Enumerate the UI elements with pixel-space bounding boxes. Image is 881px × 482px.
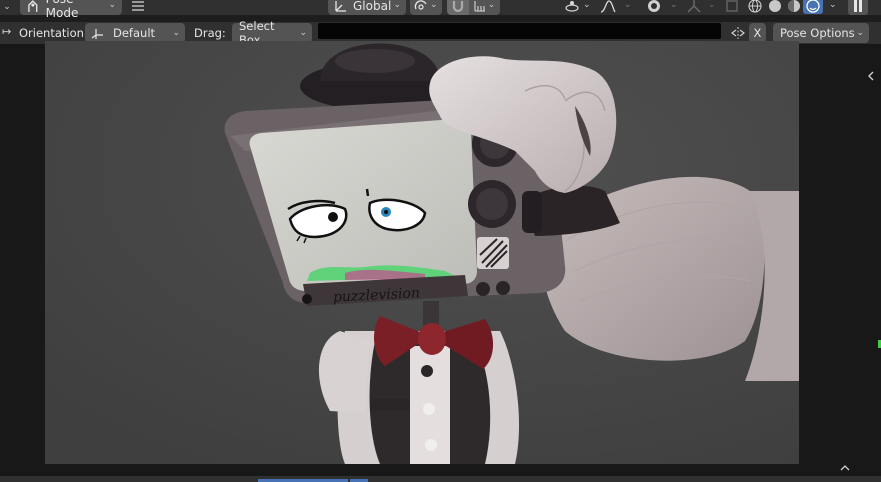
chevron-down-icon: ⌄ [856, 27, 864, 38]
proportional-edit-toggle[interactable] [562, 0, 582, 14]
falloff-dropdown[interactable] [598, 0, 618, 14]
mirror-x-label: X [753, 26, 762, 40]
pose-options-label: Pose Options [780, 26, 855, 40]
snap-increment-icon [474, 0, 485, 12]
chevron-down-icon: ⌄ [172, 27, 180, 38]
chevron-down-icon[interactable]: ⌄ [624, 1, 632, 10]
transform-orientation-icon [335, 0, 346, 12]
mode-label: Pose Mode [45, 0, 79, 20]
wireframe-shading-icon [748, 0, 762, 13]
falloff-icon [600, 0, 616, 13]
hamburger-menu-icon[interactable] [130, 0, 146, 14]
proportional-edit-icon [565, 0, 579, 12]
rendered-shading-icon [806, 0, 820, 13]
cursor-arrow-icon: ↦ [2, 25, 12, 38]
snap-target-dropdown[interactable]: ⌄ [469, 0, 500, 15]
chevron-down-icon: ⌄ [487, 0, 496, 10]
sidebar-toggle-icon[interactable] [864, 68, 878, 84]
drag-dropdown[interactable]: Select Box ⌄ [232, 19, 312, 47]
mirror-icon[interactable] [729, 24, 747, 42]
wireframe-shading-button[interactable] [746, 0, 764, 14]
pause-icon [854, 0, 862, 12]
orientation-value: Default [113, 26, 156, 40]
visibility-icon [648, 0, 660, 12]
chevron-down-icon: ⌄ [108, 0, 116, 10]
viewport-header: ⌄ Pose Mode ⌄ Global ⌄ ⌄ [0, 0, 881, 20]
snap-toggle[interactable] [447, 0, 469, 15]
expand-timeline-icon[interactable] [838, 462, 852, 474]
orientation-label: Orientation: [19, 26, 88, 40]
orientation-dropdown[interactable]: Default ⌄ [85, 23, 185, 43]
transform-orientation-dropdown[interactable]: Global ⌄ [328, 0, 406, 15]
solid-shading-icon [769, 0, 781, 12]
transform-orientation-label: Global [353, 0, 392, 13]
gizmo-icon [687, 0, 701, 12]
pose-options-dropdown[interactable]: Pose Options ⌄ [773, 23, 869, 43]
header-input-field[interactable] [318, 23, 721, 39]
pivot-icon [414, 0, 427, 10]
pause-render-button[interactable] [848, 0, 868, 15]
drag-label: Drag: [194, 26, 226, 40]
snap-icon [452, 0, 464, 12]
chevron-down-icon[interactable]: ⌄ [829, 1, 837, 10]
xray-icon [726, 0, 738, 12]
chevron-down-icon: ⌄ [430, 0, 438, 10]
chevron-down-icon[interactable]: ⌄ [670, 1, 678, 10]
pivot-point-dropdown[interactable]: ⌄ [410, 0, 442, 15]
mirror-x-button[interactable]: X [749, 23, 766, 43]
mode-dropdown[interactable]: Pose Mode ⌄ [20, 0, 122, 20]
chevron-down-icon[interactable]: ⌄ [708, 1, 716, 10]
gizmo-toggle[interactable] [684, 0, 704, 14]
rendered-shading-button[interactable] [803, 0, 823, 14]
character-render: puzzlevision [45, 41, 799, 464]
material-shading-icon [788, 0, 800, 12]
chevron-down-icon: ⌄ [393, 0, 401, 10]
visibility-toggle[interactable] [643, 0, 665, 14]
chevron-down-icon[interactable]: ⌄ [583, 1, 591, 10]
chevron-down-icon: ⌄ [299, 27, 307, 38]
editor-type-chevron-icon[interactable]: ⌄ [0, 0, 14, 15]
orientation-gizmo-icon [91, 29, 103, 39]
mode-icon [28, 0, 38, 12]
xray-toggle[interactable] [724, 0, 740, 14]
render-preview: puzzlevision [45, 41, 799, 464]
solid-shading-button[interactable] [766, 0, 784, 14]
material-shading-button[interactable] [785, 0, 803, 14]
status-bar [0, 476, 881, 482]
